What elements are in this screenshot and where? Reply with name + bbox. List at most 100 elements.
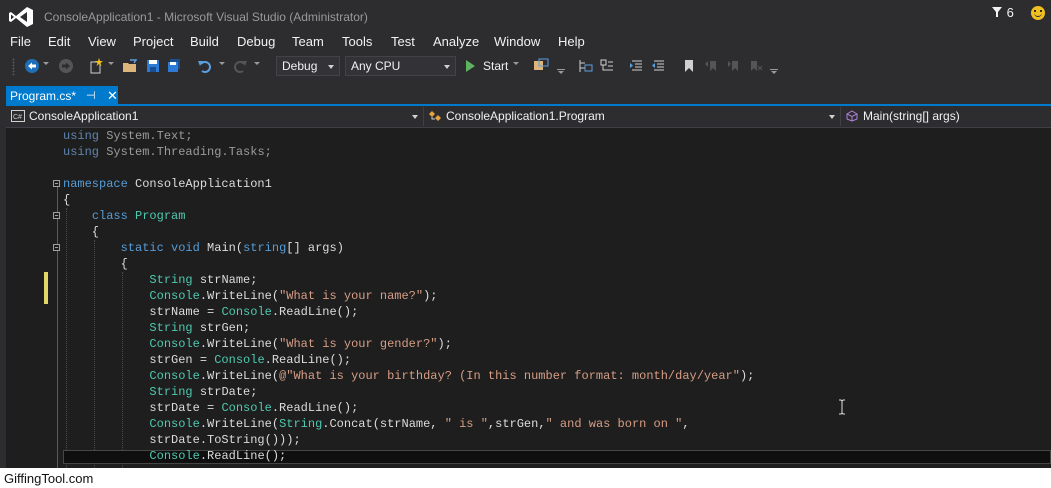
code-text[interactable]: using System.Text; using System.Threading…	[63, 128, 754, 464]
member-select[interactable]: Main(string[] args)	[841, 107, 1051, 126]
navigate-back-icon[interactable]	[24, 58, 40, 74]
type-select[interactable]: ConsoleApplication1.Program	[424, 107, 841, 126]
code-token: strDate =	[63, 401, 222, 415]
code-token: .WriteLine(	[199, 289, 280, 303]
code-token: strGen;	[192, 321, 251, 335]
back-dropdown-arrow[interactable]	[43, 62, 49, 65]
class-view-icon[interactable]	[599, 58, 615, 74]
bookmark-icon[interactable]	[681, 58, 697, 74]
toolbar-options-icon[interactable]	[766, 58, 782, 74]
csharp-project-icon: C#	[11, 110, 25, 122]
find-in-solution-icon[interactable]	[578, 58, 594, 74]
menu-build[interactable]: Build	[190, 34, 219, 49]
code-token: ConsoleApplication1	[127, 177, 272, 191]
tab-program-cs[interactable]: Program.cs* ⊣ ✕	[6, 86, 118, 106]
code-token: String	[279, 417, 323, 431]
code-token: strDate.ToString()));	[63, 433, 301, 447]
code-line[interactable]: Console.WriteLine("What is your gender?"…	[63, 336, 754, 352]
menu-window[interactable]: Window	[494, 34, 540, 49]
code-token: " is "	[444, 417, 488, 431]
code-line[interactable]: {	[63, 192, 754, 208]
editor-gutter	[6, 128, 20, 468]
code-line[interactable]: using System.Text;	[63, 128, 754, 144]
code-token: Console	[149, 337, 200, 351]
code-token: " and was born on "	[545, 417, 683, 431]
next-bookmark-icon[interactable]	[726, 58, 742, 74]
redo-icon[interactable]	[232, 58, 248, 74]
code-line[interactable]: String strDate;	[63, 384, 754, 400]
save-all-icon[interactable]	[166, 58, 182, 74]
menu-team[interactable]: Team	[292, 34, 324, 49]
project-value: ConsoleApplication1	[29, 109, 139, 123]
code-token: "What is your name?"	[279, 289, 424, 303]
toolbar-overflow-icon[interactable]	[553, 58, 569, 74]
menu-debug[interactable]: Debug	[237, 34, 275, 49]
solution-configuration-select[interactable]: Debug	[276, 56, 340, 76]
open-file-icon[interactable]	[122, 58, 138, 74]
fold-namespace-icon[interactable]	[53, 180, 60, 187]
new-project-icon[interactable]	[88, 58, 104, 74]
menu-test[interactable]: Test	[391, 34, 415, 49]
close-tab-icon[interactable]: ✕	[107, 88, 118, 104]
navigate-forward-icon[interactable]	[58, 58, 74, 74]
code-line[interactable]: using System.Threading.Tasks;	[63, 144, 754, 160]
menu-analyze[interactable]: Analyze	[433, 34, 479, 49]
code-line[interactable]: String strName;	[63, 272, 754, 288]
code-token: .WriteLine(	[199, 369, 280, 383]
code-token: );	[437, 337, 452, 351]
code-line[interactable]: strGen = Console.ReadLine();	[63, 352, 754, 368]
start-dropdown-arrow[interactable]	[513, 62, 519, 65]
notifications-button[interactable]: 6	[991, 5, 1014, 20]
code-line[interactable]: Console.WriteLine("What is your name?");	[63, 288, 754, 304]
code-line[interactable]: Console.WriteLine(String.Concat(strName,…	[63, 416, 754, 432]
chevron-down-icon	[412, 115, 418, 119]
outdent-icon[interactable]	[629, 58, 645, 74]
code-line[interactable]: {	[63, 256, 754, 272]
code-line[interactable]: strName = Console.ReadLine();	[63, 304, 754, 320]
code-editor[interactable]: using System.Text; using System.Threading…	[6, 128, 1051, 468]
code-line[interactable]: {	[63, 224, 754, 240]
indent-icon[interactable]	[651, 58, 667, 74]
class-icon	[429, 111, 441, 121]
code-line[interactable]: strDate.ToString()));	[63, 432, 754, 448]
redo-dropdown-arrow[interactable]	[254, 62, 260, 65]
code-line[interactable]: static void Main(string[] args)	[63, 240, 754, 256]
code-token: {	[63, 225, 100, 239]
code-line[interactable]: strDate = Console.ReadLine();	[63, 400, 754, 416]
toolbar-grip[interactable]	[12, 58, 15, 76]
code-token: using	[63, 129, 100, 143]
code-line[interactable]	[63, 160, 754, 176]
undo-dropdown-arrow[interactable]	[219, 62, 225, 65]
svg-text:C#: C#	[13, 114, 22, 121]
code-line[interactable]: class Program	[63, 208, 754, 224]
code-line[interactable]: String strGen;	[63, 320, 754, 336]
clear-bookmarks-icon[interactable]	[747, 58, 763, 74]
feedback-smiley-icon[interactable]	[1031, 6, 1045, 20]
unsaved-change-marker	[44, 272, 48, 304]
undo-icon[interactable]	[197, 58, 213, 74]
start-debugging-button[interactable]: Start	[462, 56, 508, 76]
menu-file[interactable]: File	[10, 34, 31, 49]
menu-tools[interactable]: Tools	[342, 34, 372, 49]
code-line[interactable]: Console.ReadLine();	[63, 448, 754, 464]
pin-tab-icon[interactable]: ⊣	[86, 89, 96, 102]
menu-help[interactable]: Help	[558, 34, 585, 49]
browser-link-icon[interactable]	[533, 58, 549, 74]
project-select[interactable]: C# ConsoleApplication1	[6, 107, 424, 126]
menu-project[interactable]: Project	[133, 34, 173, 49]
menu-edit[interactable]: Edit	[48, 34, 70, 49]
code-line[interactable]: namespace ConsoleApplication1	[63, 176, 754, 192]
menu-view[interactable]: View	[88, 34, 116, 49]
code-token: ,	[682, 417, 690, 431]
previous-bookmark-icon[interactable]	[704, 58, 720, 74]
solution-platform-select[interactable]: Any CPU	[345, 56, 456, 76]
save-icon[interactable]	[145, 58, 161, 74]
fold-class-icon[interactable]	[53, 212, 60, 219]
fold-method-icon[interactable]	[53, 244, 60, 251]
new-dropdown-arrow[interactable]	[108, 62, 114, 65]
code-line[interactable]: Console.WriteLine(@"What is your birthda…	[63, 368, 754, 384]
